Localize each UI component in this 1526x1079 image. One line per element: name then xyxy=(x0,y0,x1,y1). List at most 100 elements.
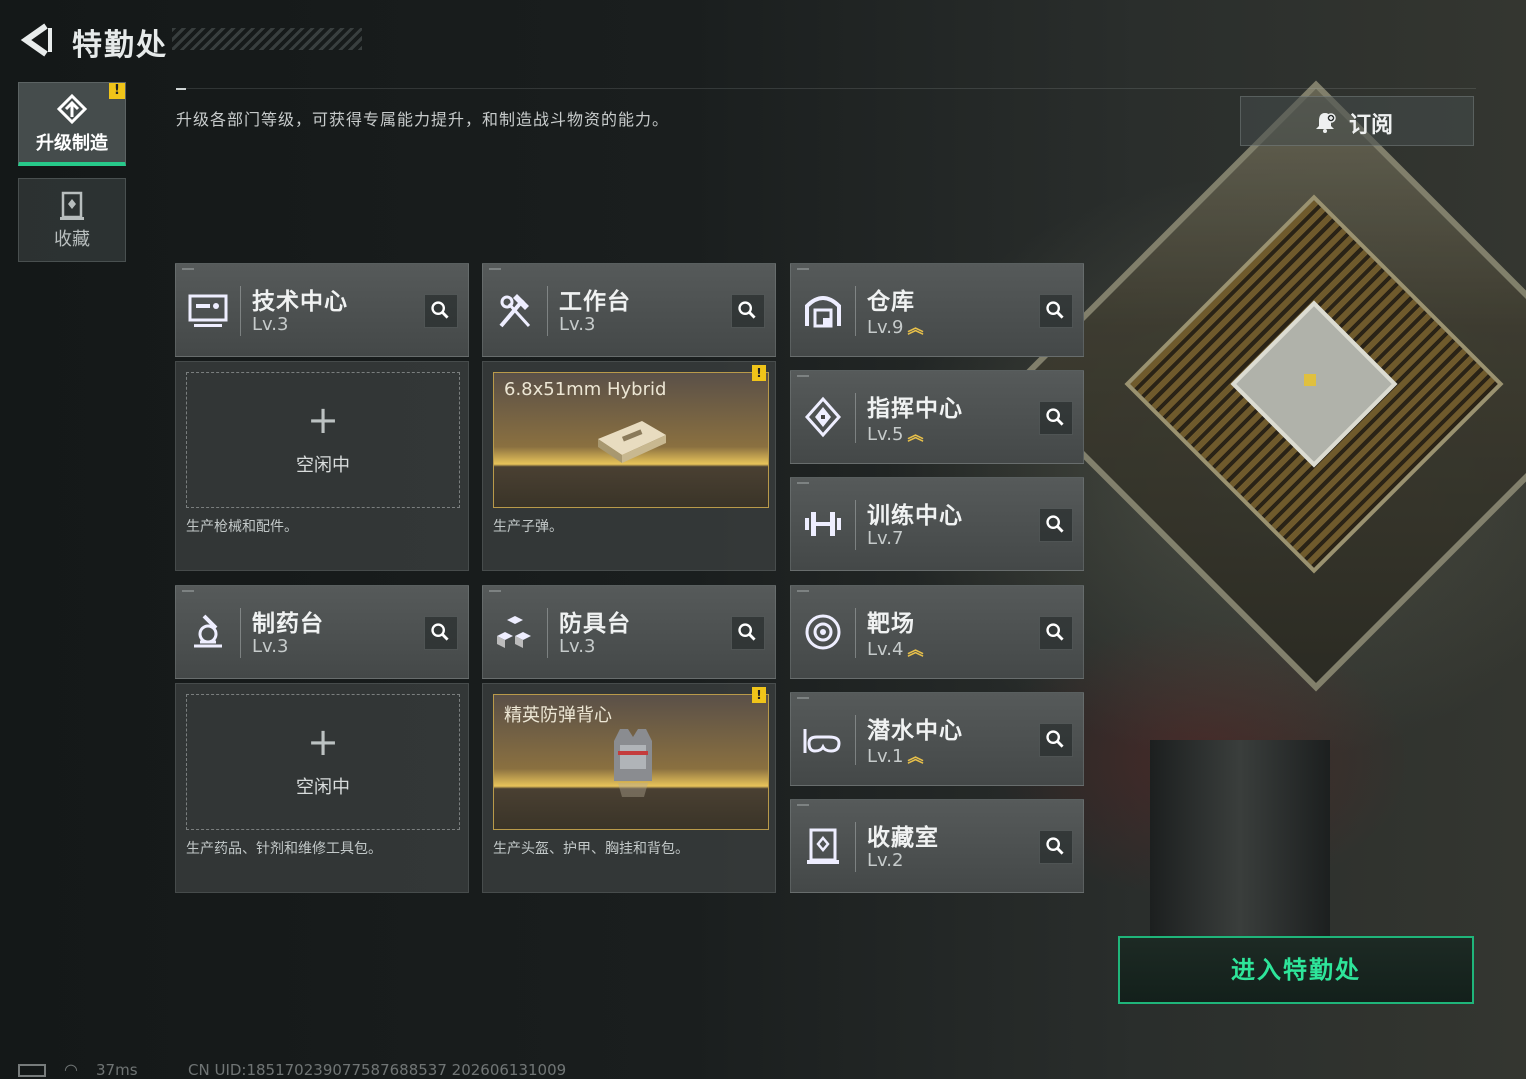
slot-status: 空闲中 xyxy=(296,455,350,476)
production-slot-empty[interactable]: + 空闲中 xyxy=(186,694,460,830)
card-separator xyxy=(547,608,548,658)
upgrade-available-icon: ︽ xyxy=(907,640,924,659)
search-icon[interactable] xyxy=(731,294,765,328)
department-level: Lv.3 xyxy=(252,636,289,657)
department-level: Lv.3 xyxy=(252,314,289,335)
department-name: 收藏室 xyxy=(867,825,939,851)
card-corner xyxy=(797,697,809,699)
search-icon[interactable] xyxy=(1039,830,1073,864)
department-workbench[interactable]: 工作台 Lv.3 xyxy=(482,263,776,357)
department-tech-center[interactable]: 技术中心 Lv.3 xyxy=(175,263,469,357)
department-name: 工作台 xyxy=(559,289,631,315)
department-pharmacy[interactable]: 制药台 Lv.3 xyxy=(175,585,469,679)
wifi-icon: ◠ xyxy=(64,1060,78,1079)
department-level: Lv.1 ︽ xyxy=(867,746,924,767)
goggles-icon xyxy=(803,729,841,753)
upgrade-available-icon: ︽ xyxy=(907,747,924,766)
search-icon[interactable] xyxy=(1039,401,1073,435)
department-command-center[interactable]: 指挥中心 Lv.5 ︽ xyxy=(790,370,1084,464)
department-armor-bench[interactable]: 防具台 Lv.3 xyxy=(482,585,776,679)
search-icon[interactable] xyxy=(1039,508,1073,542)
production-panel-tech-center: + 空闲中 生产枪械和配件。 xyxy=(175,361,469,571)
title-decoration xyxy=(172,28,362,50)
card-corner xyxy=(182,590,194,592)
production-slot-active[interactable]: ! 精英防弹背心 xyxy=(493,687,769,830)
card-corner xyxy=(797,375,809,377)
sidebar-tab-collection[interactable]: 收藏 xyxy=(18,178,126,262)
item-name: 6.8x51mm Hybrid xyxy=(504,379,667,400)
subscribe-button[interactable]: 订阅 xyxy=(1240,96,1474,146)
department-level: Lv.5 ︽ xyxy=(867,424,924,445)
page-title: 特勤处 xyxy=(72,28,168,63)
search-icon[interactable] xyxy=(1039,294,1073,328)
upgrade-craft-icon xyxy=(56,93,88,125)
department-name: 训练中心 xyxy=(867,503,963,529)
search-icon[interactable] xyxy=(424,616,458,650)
chip-icon xyxy=(804,396,842,438)
slot-status: 空闲中 xyxy=(296,777,350,798)
top-bar: 特勤处 xyxy=(0,0,1526,80)
department-shooting-range[interactable]: 靶场 Lv.4 ︽ xyxy=(790,585,1084,679)
enter-special-ops-button[interactable]: 进入特勤处 xyxy=(1118,936,1474,1004)
item-name: 精英防弹背心 xyxy=(504,705,612,726)
bell-plus-icon xyxy=(1316,113,1336,133)
card-corner xyxy=(797,268,809,270)
card-separator xyxy=(240,608,241,658)
hammer-wrench-icon xyxy=(499,294,531,328)
department-diving-center[interactable]: 潜水中心 Lv.1 ︽ xyxy=(790,692,1084,786)
department-training-center[interactable]: 训练中心 Lv.7 xyxy=(790,477,1084,571)
upgrade-available-icon: ︽ xyxy=(907,425,924,444)
card-corner xyxy=(797,590,809,592)
production-panel-pharmacy: + 空闲中 生产药品、针剂和维修工具包。 xyxy=(175,683,469,893)
divider xyxy=(176,88,1476,89)
back-arrow-icon[interactable] xyxy=(18,20,58,60)
department-level: Lv.2 xyxy=(867,850,904,871)
card-separator xyxy=(855,608,856,658)
plus-icon: + xyxy=(307,720,339,764)
card-separator xyxy=(855,715,856,765)
search-icon[interactable] xyxy=(1039,723,1073,757)
sidebar-tab-upgrade-craft[interactable]: ! 升级制造 xyxy=(18,82,126,166)
department-collection-room[interactable]: 收藏室 Lv.2 xyxy=(790,799,1084,893)
department-level: Lv.7 xyxy=(867,528,904,549)
production-panel-armor-bench: ! 精英防弹背心 生产头盔、护甲、胸挂和背包。 xyxy=(482,683,776,893)
production-slot-empty[interactable]: + 空闲中 xyxy=(186,372,460,508)
dumbbell-icon xyxy=(805,512,841,536)
collection-icon xyxy=(60,191,84,220)
armor-blocks-icon xyxy=(497,616,531,648)
search-icon[interactable] xyxy=(1039,616,1073,650)
department-name: 制药台 xyxy=(252,611,324,637)
search-icon[interactable] xyxy=(731,616,765,650)
card-separator xyxy=(855,500,856,550)
sidebar: ! 升级制造 收藏 xyxy=(18,82,126,262)
target-icon xyxy=(805,614,841,650)
production-description: 生产子弹。 xyxy=(493,519,563,535)
sidebar-tab-label: 收藏 xyxy=(54,229,90,250)
card-corner xyxy=(489,268,501,270)
department-name: 潜水中心 xyxy=(867,718,963,744)
card-separator xyxy=(855,393,856,443)
alert-badge: ! xyxy=(752,365,766,381)
department-level: Lv.3 xyxy=(559,314,596,335)
status-bar: ◠ 37ms CN UID:185170239077587688537 2026… xyxy=(18,1060,918,1079)
card-separator xyxy=(547,286,548,336)
subscribe-label: 订阅 xyxy=(1349,113,1394,138)
department-level: Lv.3 xyxy=(559,636,596,657)
sidebar-tab-label: 升级制造 xyxy=(36,133,108,154)
computer-icon xyxy=(188,294,228,327)
card-separator xyxy=(240,286,241,336)
department-level: Lv.4 ︽ xyxy=(867,639,924,660)
microscope-icon xyxy=(194,614,222,648)
warehouse-icon xyxy=(805,296,841,328)
divider-accent xyxy=(176,88,186,90)
card-corner xyxy=(797,482,809,484)
search-icon[interactable] xyxy=(424,294,458,328)
ammo-box-icon xyxy=(598,421,666,463)
department-warehouse[interactable]: 仓库 Lv.9 ︽ xyxy=(790,263,1084,357)
department-name: 仓库 xyxy=(867,289,915,315)
production-description: 生产头盔、护甲、胸挂和背包。 xyxy=(493,841,689,857)
vest-icon xyxy=(614,729,652,797)
production-slot-active[interactable]: ! 6.8x51mm Hybrid xyxy=(493,365,769,508)
department-name: 靶场 xyxy=(867,611,915,637)
production-description: 生产枪械和配件。 xyxy=(186,519,298,535)
